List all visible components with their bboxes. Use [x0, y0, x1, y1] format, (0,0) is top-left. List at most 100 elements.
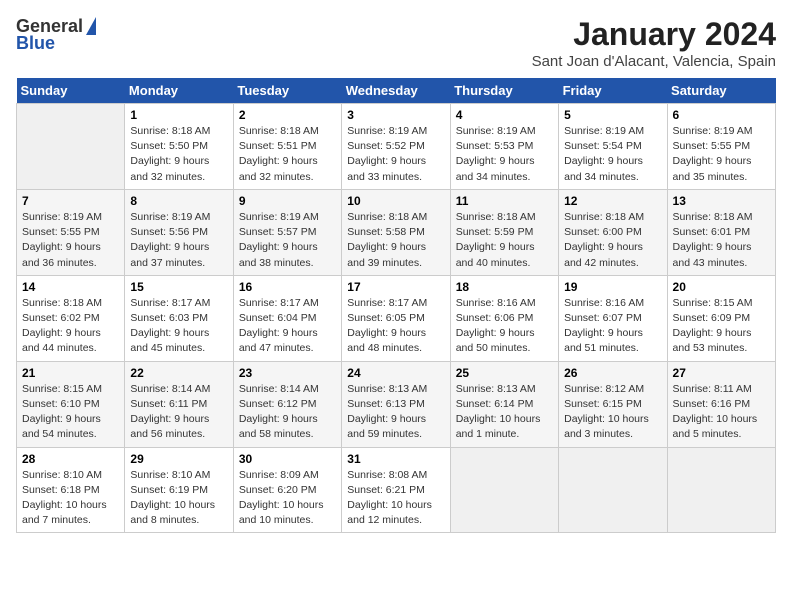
calendar-day-cell: 19 Sunrise: 8:16 AMSunset: 6:07 PMDayligh…	[559, 275, 667, 361]
logo: General Blue	[16, 16, 96, 54]
day-number: 9	[239, 194, 336, 208]
day-number: 6	[673, 108, 770, 122]
calendar-body: 1Sunrise: 8:18 AMSunset: 5:50 PMDaylight…	[17, 104, 776, 533]
day-number: 27	[673, 366, 770, 380]
page-header: General Blue January 2024 Sant Joan d'Al…	[16, 16, 776, 70]
calendar-week-row: 14 Sunrise: 8:18 AMSunset: 6:02 PMDayligh…	[17, 275, 776, 361]
day-of-week-header: Friday	[559, 78, 667, 104]
calendar-day-cell: 27Sunrise: 8:11 AMSunset: 6:16 PMDayligh…	[667, 361, 775, 447]
calendar-day-cell: 25Sunrise: 8:13 AMSunset: 6:14 PMDayligh…	[450, 361, 558, 447]
calendar-day-cell: 13 Sunrise: 8:18 AMSunset: 6:01 PMDayligh…	[667, 189, 775, 275]
calendar-day-cell: 8 Sunrise: 8:19 AMSunset: 5:56 PMDaylight…	[125, 189, 233, 275]
day-number: 28	[22, 452, 119, 466]
calendar-day-cell: 29 Sunrise: 8:10 AMSunset: 6:19 PMDayligh…	[125, 447, 233, 533]
calendar-day-cell: 18 Sunrise: 8:16 AMSunset: 6:06 PMDayligh…	[450, 275, 558, 361]
day-info: Sunrise: 8:19 AMSunset: 5:52 PMDaylight:…	[347, 124, 444, 185]
calendar-week-row: 21 Sunrise: 8:15 AMSunset: 6:10 PMDayligh…	[17, 361, 776, 447]
day-info: Sunrise: 8:10 AMSunset: 6:18 PMDaylight:…	[22, 468, 119, 529]
day-info: Sunrise: 8:19 AMSunset: 5:53 PMDaylight:…	[456, 124, 553, 185]
day-number: 2	[239, 108, 336, 122]
day-number: 14	[22, 280, 119, 294]
day-info: Sunrise: 8:17 AMSunset: 6:05 PMDaylight:…	[347, 296, 444, 357]
calendar-day-cell: 15 Sunrise: 8:17 AMSunset: 6:03 PMDayligh…	[125, 275, 233, 361]
day-of-week-header: Tuesday	[233, 78, 341, 104]
day-number: 7	[22, 194, 119, 208]
day-info: Sunrise: 8:18 AMSunset: 5:51 PMDaylight:…	[239, 124, 336, 185]
calendar-day-cell: 31 Sunrise: 8:08 AMSunset: 6:21 PMDayligh…	[342, 447, 450, 533]
day-info: Sunrise: 8:18 AMSunset: 6:02 PMDaylight:…	[22, 296, 119, 357]
day-number: 11	[456, 194, 553, 208]
day-info: Sunrise: 8:16 AMSunset: 6:06 PMDaylight:…	[456, 296, 553, 357]
day-info: Sunrise: 8:17 AMSunset: 6:04 PMDaylight:…	[239, 296, 336, 357]
day-info: Sunrise: 8:19 AMSunset: 5:55 PMDaylight:…	[22, 210, 119, 271]
day-info: Sunrise: 8:19 AMSunset: 5:54 PMDaylight:…	[564, 124, 661, 185]
day-info: Sunrise: 8:12 AMSunset: 6:15 PMDaylight:…	[564, 382, 661, 443]
logo-blue-text: Blue	[16, 33, 55, 54]
day-number: 5	[564, 108, 661, 122]
calendar-table: SundayMondayTuesdayWednesdayThursdayFrid…	[16, 78, 776, 533]
calendar-day-cell	[450, 447, 558, 533]
day-number: 3	[347, 108, 444, 122]
day-number: 29	[130, 452, 227, 466]
day-number: 1	[130, 108, 227, 122]
title-area: January 2024 Sant Joan d'Alacant, Valenc…	[532, 16, 776, 70]
day-info: Sunrise: 8:09 AMSunset: 6:20 PMDaylight:…	[239, 468, 336, 529]
calendar-day-cell	[667, 447, 775, 533]
day-number: 26	[564, 366, 661, 380]
day-info: Sunrise: 8:18 AMSunset: 6:00 PMDaylight:…	[564, 210, 661, 271]
day-number: 18	[456, 280, 553, 294]
day-info: Sunrise: 8:10 AMSunset: 6:19 PMDaylight:…	[130, 468, 227, 529]
day-of-week-header: Wednesday	[342, 78, 450, 104]
calendar-day-cell	[559, 447, 667, 533]
day-info: Sunrise: 8:15 AMSunset: 6:10 PMDaylight:…	[22, 382, 119, 443]
day-number: 24	[347, 366, 444, 380]
day-info: Sunrise: 8:18 AMSunset: 5:59 PMDaylight:…	[456, 210, 553, 271]
day-info: Sunrise: 8:18 AMSunset: 6:01 PMDaylight:…	[673, 210, 770, 271]
day-number: 21	[22, 366, 119, 380]
day-info: Sunrise: 8:13 AMSunset: 6:13 PMDaylight:…	[347, 382, 444, 443]
day-number: 31	[347, 452, 444, 466]
day-number: 20	[673, 280, 770, 294]
day-number: 15	[130, 280, 227, 294]
day-info: Sunrise: 8:19 AMSunset: 5:55 PMDaylight:…	[673, 124, 770, 185]
day-of-week-header: Thursday	[450, 78, 558, 104]
day-info: Sunrise: 8:19 AMSunset: 5:56 PMDaylight:…	[130, 210, 227, 271]
month-title: January 2024	[532, 16, 776, 53]
day-number: 22	[130, 366, 227, 380]
calendar-day-cell: 17 Sunrise: 8:17 AMSunset: 6:05 PMDayligh…	[342, 275, 450, 361]
calendar-day-cell: 12 Sunrise: 8:18 AMSunset: 6:00 PMDayligh…	[559, 189, 667, 275]
calendar-day-cell: 10Sunrise: 8:18 AMSunset: 5:58 PMDayligh…	[342, 189, 450, 275]
calendar-day-cell: 16 Sunrise: 8:17 AMSunset: 6:04 PMDayligh…	[233, 275, 341, 361]
day-number: 12	[564, 194, 661, 208]
day-number: 17	[347, 280, 444, 294]
calendar-day-cell	[17, 104, 125, 190]
day-number: 8	[130, 194, 227, 208]
day-number: 13	[673, 194, 770, 208]
calendar-week-row: 28 Sunrise: 8:10 AMSunset: 6:18 PMDayligh…	[17, 447, 776, 533]
day-info: Sunrise: 8:18 AMSunset: 5:58 PMDaylight:…	[347, 210, 444, 271]
calendar-day-cell: 4 Sunrise: 8:19 AMSunset: 5:53 PMDaylight…	[450, 104, 558, 190]
calendar-day-cell: 20 Sunrise: 8:15 AMSunset: 6:09 PMDayligh…	[667, 275, 775, 361]
day-info: Sunrise: 8:17 AMSunset: 6:03 PMDaylight:…	[130, 296, 227, 357]
day-info: Sunrise: 8:16 AMSunset: 6:07 PMDaylight:…	[564, 296, 661, 357]
day-info: Sunrise: 8:15 AMSunset: 6:09 PMDaylight:…	[673, 296, 770, 357]
day-info: Sunrise: 8:08 AMSunset: 6:21 PMDaylight:…	[347, 468, 444, 529]
calendar-header-row: SundayMondayTuesdayWednesdayThursdayFrid…	[17, 78, 776, 104]
logo-triangle-icon	[86, 17, 96, 35]
day-number: 4	[456, 108, 553, 122]
calendar-day-cell: 26 Sunrise: 8:12 AMSunset: 6:15 PMDayligh…	[559, 361, 667, 447]
day-number: 30	[239, 452, 336, 466]
calendar-day-cell: 1Sunrise: 8:18 AMSunset: 5:50 PMDaylight…	[125, 104, 233, 190]
day-number: 16	[239, 280, 336, 294]
day-number: 19	[564, 280, 661, 294]
calendar-day-cell: 30 Sunrise: 8:09 AMSunset: 6:20 PMDayligh…	[233, 447, 341, 533]
calendar-day-cell: 24 Sunrise: 8:13 AMSunset: 6:13 PMDayligh…	[342, 361, 450, 447]
location-subtitle: Sant Joan d'Alacant, Valencia, Spain	[532, 53, 776, 70]
calendar-day-cell: 5 Sunrise: 8:19 AMSunset: 5:54 PMDaylight…	[559, 104, 667, 190]
day-info: Sunrise: 8:14 AMSunset: 6:12 PMDaylight:…	[239, 382, 336, 443]
calendar-week-row: 1Sunrise: 8:18 AMSunset: 5:50 PMDaylight…	[17, 104, 776, 190]
calendar-day-cell: 2 Sunrise: 8:18 AMSunset: 5:51 PMDaylight…	[233, 104, 341, 190]
day-of-week-header: Sunday	[17, 78, 125, 104]
day-of-week-header: Monday	[125, 78, 233, 104]
day-info: Sunrise: 8:19 AMSunset: 5:57 PMDaylight:…	[239, 210, 336, 271]
